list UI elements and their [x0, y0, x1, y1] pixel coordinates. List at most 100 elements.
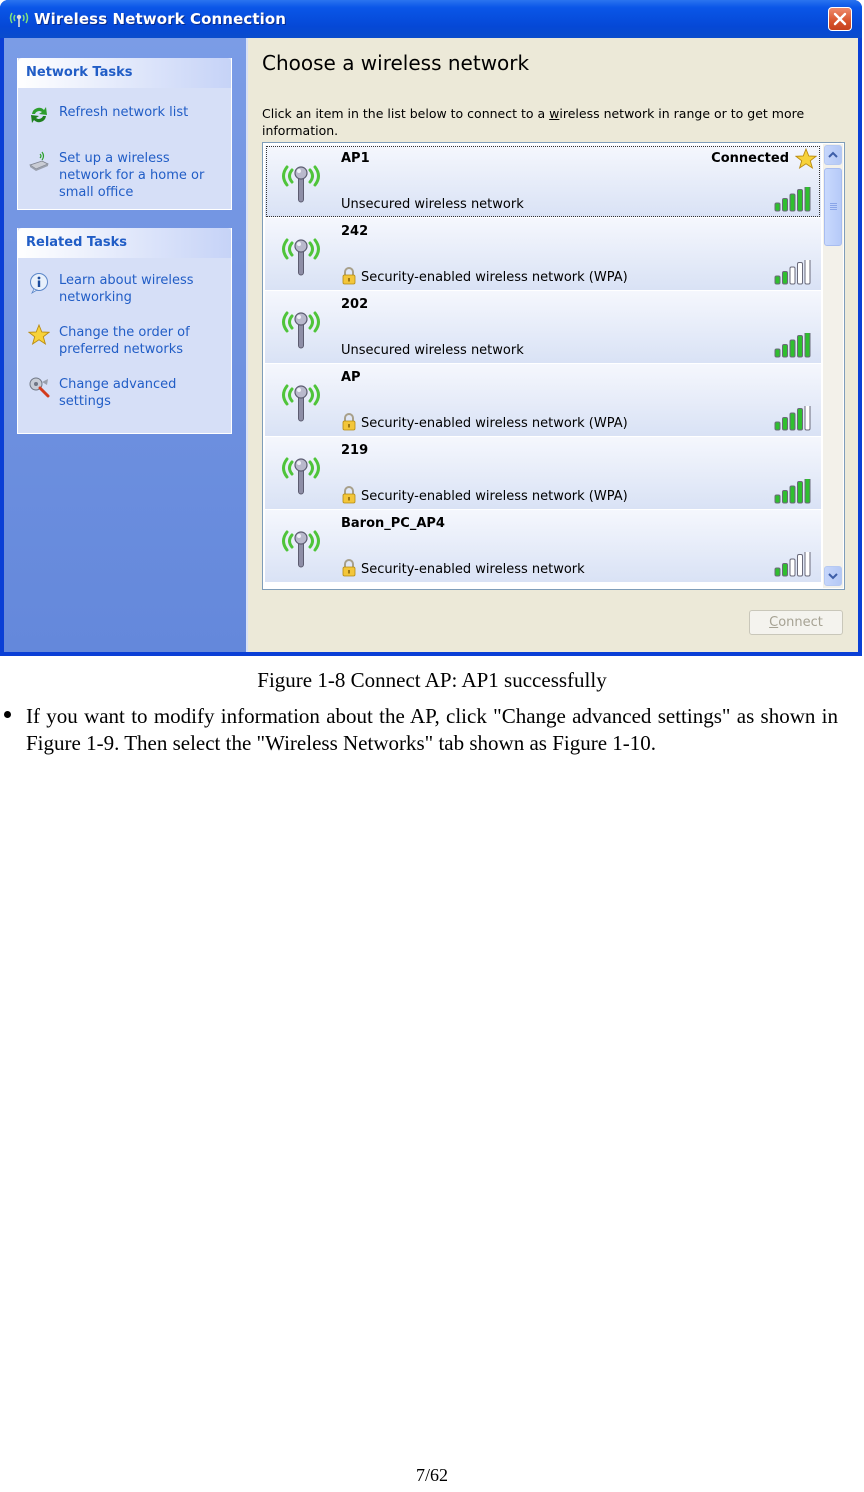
network-rows: AP1 Connected Unsecured wireless network…: [265, 145, 821, 583]
network-list-item[interactable]: 219 Security-enabled wireless network (W…: [265, 437, 821, 510]
task-learn-wireless[interactable]: Learn about wireless networking: [18, 272, 231, 306]
close-button[interactable]: [828, 7, 852, 31]
wireless-antenna-icon: [282, 311, 320, 349]
signal-bar-on: [789, 193, 796, 212]
task-change-advanced-settings[interactable]: Change advanced settings: [18, 376, 231, 410]
signal-bar-off: [797, 262, 803, 285]
instructions-text: Click an item in the list below to conne…: [262, 106, 805, 138]
signal-bar-on: [804, 333, 811, 358]
star-icon: [28, 324, 50, 346]
signal-bar-on: [782, 563, 788, 577]
signal-strength-icon: [774, 406, 811, 431]
network-security: Security-enabled wireless network (WPA): [341, 485, 628, 504]
scroll-down-button[interactable]: [824, 566, 842, 586]
network-tasks-header: Network Tasks: [18, 58, 231, 88]
network-list-item[interactable]: AP Security-enabled wireless network (WP…: [265, 364, 821, 437]
task-setup-wireless-network[interactable]: Set up a wireless network for a home or …: [18, 150, 231, 201]
related-tasks-panel: Related Tasks Learn about wireless netwo…: [17, 228, 232, 434]
scroll-thumb[interactable]: [824, 168, 842, 246]
security-label: Security-enabled wireless network (WPA): [361, 416, 628, 431]
security-label: Security-enabled wireless network (WPA): [361, 489, 628, 504]
wireless-antenna-icon: [282, 238, 320, 276]
signal-bar-on: [804, 187, 811, 212]
signal-strength-icon: [774, 479, 811, 504]
title-bar[interactable]: Wireless Network Connection: [0, 0, 862, 38]
refresh-icon: [31, 107, 47, 123]
task-change-preferred-order[interactable]: Change the order of preferred networks: [18, 324, 231, 358]
chevron-down-icon: [828, 573, 838, 580]
connect-button[interactable]: Connect: [749, 610, 843, 635]
page-number: 7/62: [415, 1465, 448, 1485]
signal-bar-on: [782, 271, 788, 285]
wireless-antenna-icon: [282, 384, 320, 422]
signal-bar-off: [789, 558, 796, 577]
lock-icon: [342, 266, 356, 284]
preferred-star-icon: [795, 148, 817, 170]
network-list-item[interactable]: Baron_PC_AP4 Security-enabled wireless n…: [265, 510, 821, 583]
list-scrollbar[interactable]: [823, 144, 843, 588]
signal-bar-on: [804, 479, 811, 504]
signal-strength-icon: [774, 333, 811, 358]
signal-bar-on: [797, 335, 803, 358]
signal-bar-on: [782, 198, 788, 212]
task-label[interactable]: Learn about wireless networking: [59, 272, 199, 306]
signal-bar-on: [774, 275, 781, 285]
task-label[interactable]: Change advanced settings: [59, 376, 179, 410]
task-label[interactable]: Refresh network list: [59, 104, 188, 121]
bullet-point: [4, 711, 11, 718]
settings-wrench-icon: [29, 377, 50, 398]
signal-bar-on: [774, 421, 781, 431]
wireless-antenna-icon: [9, 12, 29, 27]
network-list-item[interactable]: AP1 Connected Unsecured wireless network: [265, 145, 821, 218]
network-security: Security-enabled wireless network (WPA): [341, 266, 628, 285]
network-security: Security-enabled wireless network (WPA): [341, 412, 628, 431]
signal-strength-icon: [774, 260, 811, 285]
network-ssid: 202: [341, 297, 369, 312]
lock-icon: [342, 485, 356, 503]
signal-strength-icon: [774, 187, 811, 212]
security-label: Unsecured wireless network: [341, 197, 524, 212]
signal-bar-on: [782, 344, 788, 358]
network-security: Unsecured wireless network: [341, 343, 524, 358]
scroll-grip: [830, 203, 837, 204]
signal-bar-on: [789, 339, 796, 358]
network-list-item[interactable]: 242 Security-enabled wireless network (W…: [265, 218, 821, 291]
wireless-network-connection-window: Wireless Network Connection Network Task…: [0, 0, 862, 656]
signal-strength-icon: [774, 552, 811, 577]
task-label[interactable]: Change the order of preferred networks: [59, 324, 199, 358]
window-client-area: Network Tasks Refresh network list Set u…: [4, 38, 858, 652]
network-tasks-panel: Network Tasks Refresh network list Set u…: [17, 58, 232, 210]
signal-bar-on: [789, 485, 796, 504]
network-ssid: AP: [341, 370, 361, 385]
task-label[interactable]: Set up a wireless network for a home or …: [59, 150, 223, 201]
wireless-network-list[interactable]: AP1 Connected Unsecured wireless network…: [262, 142, 845, 590]
security-label: Security-enabled wireless network: [361, 562, 585, 577]
signal-bar-off: [797, 554, 803, 577]
signal-bar-on: [782, 417, 788, 431]
task-refresh-network-list[interactable]: Refresh network list: [18, 104, 231, 126]
signal-bar-on: [774, 567, 781, 577]
signal-bar-on: [797, 408, 803, 431]
signal-bar-off: [789, 266, 796, 285]
lock-icon: [342, 412, 356, 430]
network-security: Unsecured wireless network: [341, 197, 524, 212]
instruction-paragraph: If you want to modify information about …: [26, 704, 838, 755]
figure-caption: Figure 1-8 Connect AP: AP1 successfully: [257, 668, 607, 692]
signal-bar-on: [774, 202, 781, 212]
page-title: Choose a wireless network: [262, 51, 530, 75]
info-icon: [30, 273, 48, 294]
signal-bar-on: [789, 412, 796, 431]
security-label: Unsecured wireless network: [341, 343, 524, 358]
network-list-item[interactable]: 202 Unsecured wireless network: [265, 291, 821, 364]
network-ssid: 242: [341, 224, 369, 239]
security-label: Security-enabled wireless network (WPA): [361, 270, 628, 285]
signal-bar-on: [774, 494, 781, 504]
scroll-up-button[interactable]: [824, 145, 842, 165]
task-sidebar: Network Tasks Refresh network list Set u…: [4, 38, 248, 652]
signal-bar-off: [804, 552, 811, 577]
lock-icon: [342, 558, 356, 576]
wireless-setup-icon: [29, 151, 49, 171]
window-title: Wireless Network Connection: [34, 10, 287, 28]
connection-status: Connected: [711, 151, 789, 166]
wireless-antenna-icon: [282, 530, 320, 568]
